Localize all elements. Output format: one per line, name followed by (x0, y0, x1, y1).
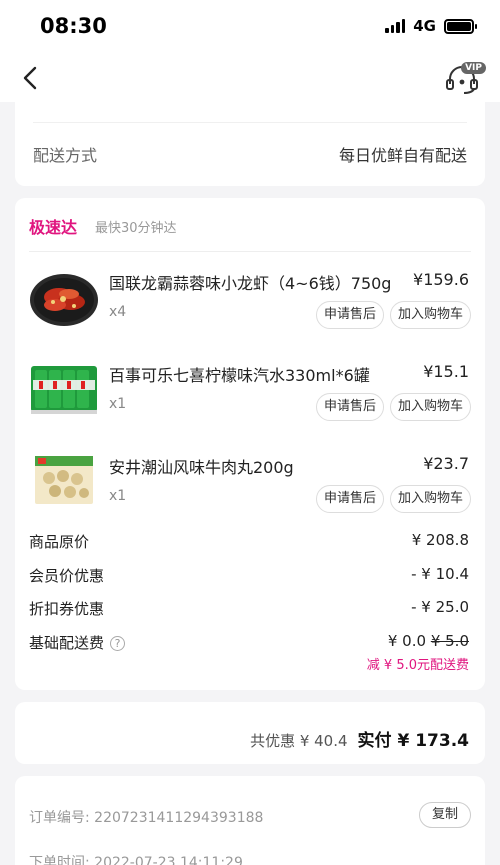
original-price-label: 商品原价 (29, 533, 90, 551)
product-image-soda (29, 356, 99, 420)
coupon-discount-label: 折扣券优惠 (29, 600, 105, 618)
after-sale-button[interactable]: 申请售后 (315, 485, 384, 513)
item-actions: 申请售后 加入购物车 (315, 393, 471, 421)
shipping-fee-values: ¥ 0.0 ¥ 5.0 (388, 632, 469, 653)
total-paid: 实付 ¥ 173.4 (357, 731, 469, 751)
nav-bar: VIP (0, 54, 500, 102)
network-label: 4G (413, 17, 436, 35)
order-number-value: 2207231411294393188 (94, 810, 264, 826)
product-image-beef-balls (29, 448, 99, 512)
add-to-cart-button[interactable]: 加入购物车 (389, 393, 471, 421)
shipping-fee-value: ¥ 0.0 (387, 632, 427, 650)
status-indicators: 4G (385, 17, 477, 35)
member-discount-label: 会员价优惠 (29, 567, 105, 585)
item-price: ¥15.1 (423, 362, 469, 381)
chevron-left-icon (23, 66, 37, 90)
shipping-fee-row: 基础配送费? ¥ 0.0 ¥ 5.0 (29, 632, 469, 653)
original-price-value: ¥ 208.8 (411, 531, 469, 549)
divider (33, 122, 467, 123)
item-quantity: x1 (109, 396, 127, 412)
divider (29, 251, 471, 252)
vip-badge: VIP (461, 62, 486, 74)
original-price-row: 商品原价 ¥ 208.8 (29, 531, 469, 552)
after-sale-button[interactable]: 申请售后 (315, 301, 384, 329)
totals-card: 共优惠 ¥ 40.4 实付 ¥ 173.4 (15, 702, 485, 764)
item-name: 百事可乐七喜柠檬味汽水330ml*6罐 (109, 366, 370, 385)
order-time-label: 下单时间: (29, 855, 90, 865)
status-bar: 08:30 4G (0, 0, 500, 54)
order-time-row: 下单时间: 2022-07-23 14:11:29 (29, 852, 243, 865)
customer-service-button[interactable]: VIP (444, 60, 486, 96)
delivery-value: 每日优鲜自有配送 (338, 146, 467, 165)
copy-button[interactable]: 复制 (418, 802, 471, 828)
order-number-row: 订单编号: 2207231411294393188 (29, 807, 263, 827)
back-button[interactable] (18, 62, 46, 94)
list-item[interactable]: 国联龙霸蒜蓉味小龙虾（4~6钱）750g ¥159.6 x4 申请售后 加入购物… (15, 254, 485, 344)
after-sale-button[interactable]: 申请售后 (315, 393, 384, 421)
coupon-discount-row: 折扣券优惠 - ¥ 25.0 (29, 598, 469, 619)
section-subtitle: 最快30分钟达 (95, 221, 177, 236)
help-icon[interactable]: ? (110, 636, 126, 651)
item-name: 安井潮汕风味牛肉丸200g (109, 458, 294, 477)
totals-row: 共优惠 ¥ 40.4 实付 ¥ 173.4 (250, 726, 469, 751)
item-name: 国联龙霸蒜蓉味小龙虾（4~6钱）750g (109, 274, 392, 293)
delivery-row: 配送方式 每日优鲜自有配送 (33, 142, 467, 166)
item-quantity: x1 (109, 488, 127, 504)
shipping-fee-original: ¥ 5.0 (430, 632, 469, 650)
order-info-card: 订单编号: 2207231411294393188 复制 下单时间: 2022-… (15, 776, 485, 865)
list-item[interactable]: 安井潮汕风味牛肉丸200g ¥23.7 x1 申请售后 加入购物车 (15, 438, 485, 528)
item-price: ¥159.6 (413, 270, 469, 289)
add-to-cart-button[interactable]: 加入购物车 (389, 485, 471, 513)
item-quantity: x4 (109, 304, 127, 320)
member-discount-row: 会员价优惠 - ¥ 10.4 (29, 565, 469, 586)
product-image-crayfish (29, 264, 99, 328)
delivery-label: 配送方式 (33, 146, 98, 165)
signal-icon (385, 19, 406, 33)
shipping-fee-label-wrap: 基础配送费? (29, 632, 126, 653)
status-time: 08:30 (40, 14, 107, 38)
section-title: 极速达 (29, 218, 78, 237)
shipping-fee-label: 基础配送费 (29, 634, 105, 652)
battery-icon (444, 18, 477, 34)
delivery-card: 配送方式 每日优鲜自有配送 (15, 102, 485, 186)
order-number-label: 订单编号: (29, 810, 90, 826)
order-time-value: 2022-07-23 14:11:29 (94, 855, 243, 865)
add-to-cart-button[interactable]: 加入购物车 (389, 301, 471, 329)
member-discount-value: - ¥ 10.4 (411, 565, 469, 583)
item-price: ¥23.7 (423, 454, 469, 473)
coupon-discount-value: - ¥ 25.0 (411, 598, 469, 616)
total-discount: 共优惠 ¥ 40.4 (250, 732, 348, 750)
order-items-card: 极速达 最快30分钟达 国联龙霸蒜蓉味小龙虾（4~6钱）750g ¥159.6 … (15, 198, 485, 690)
item-actions: 申请售后 加入购物车 (315, 485, 471, 513)
list-item[interactable]: 百事可乐七喜柠檬味汽水330ml*6罐 ¥15.1 x1 申请售后 加入购物车 (15, 346, 485, 436)
item-actions: 申请售后 加入购物车 (315, 301, 471, 329)
shipping-fee-note: 减 ¥ 5.0元配送费 (366, 658, 469, 673)
